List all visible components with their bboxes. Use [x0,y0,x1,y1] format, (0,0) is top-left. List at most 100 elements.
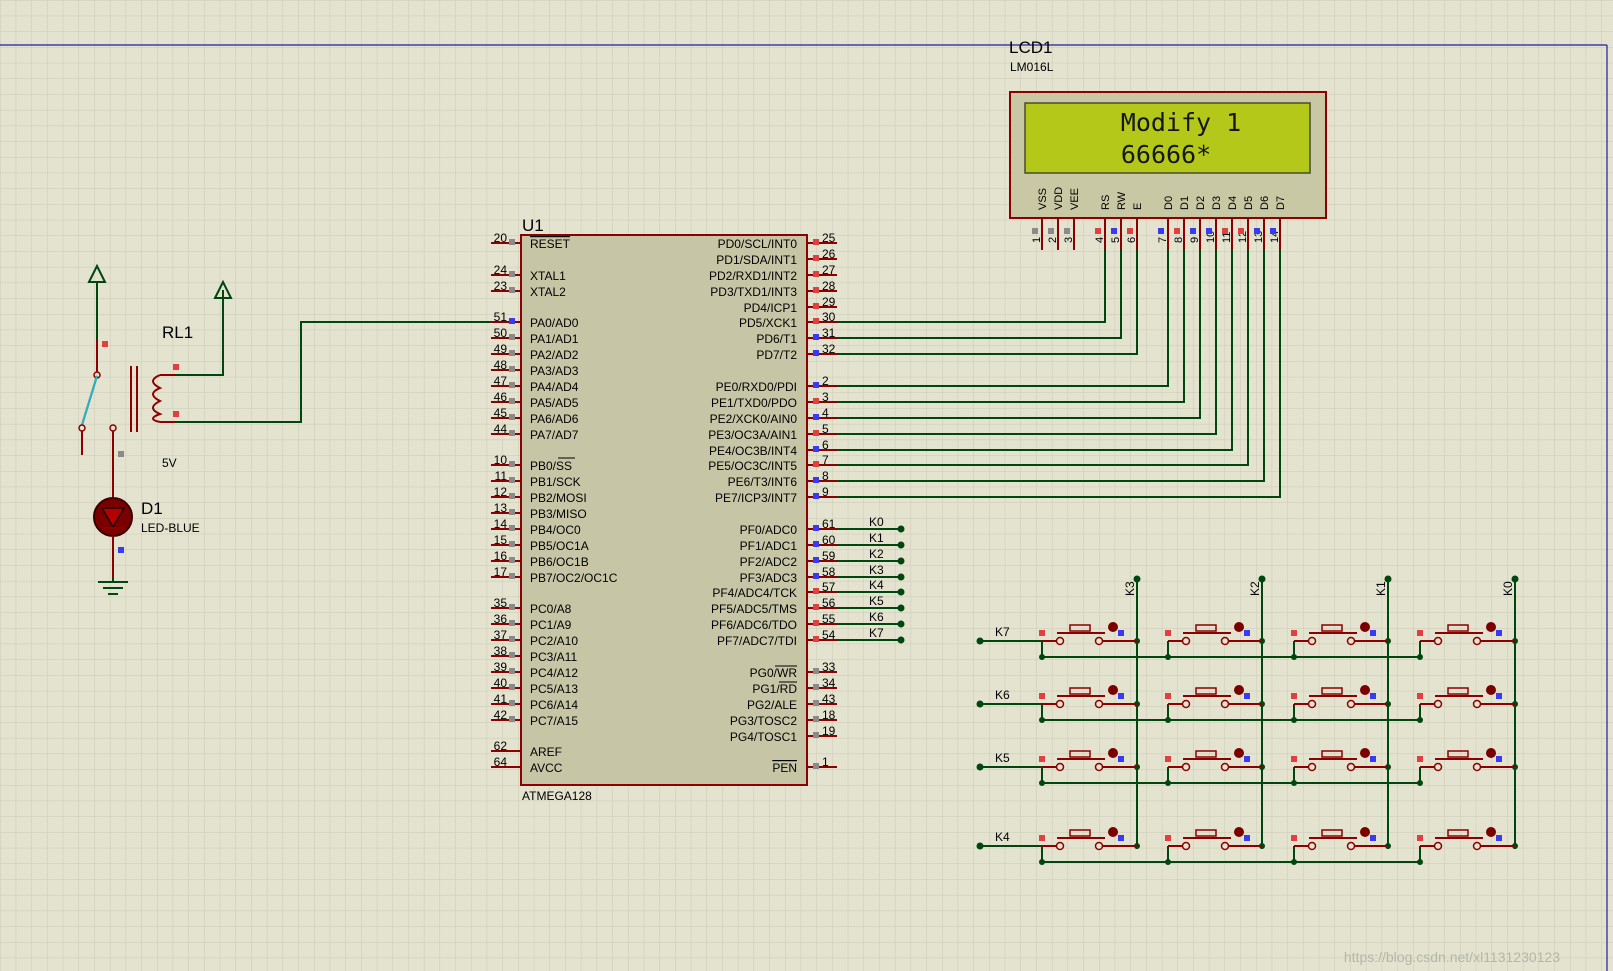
junction-dot [1165,859,1171,865]
lcd-pin-name: E [1132,203,1144,210]
mcu-pin-number: 61 [822,517,836,531]
junction-dot [1165,780,1171,786]
mcu-pin-name: PF5/ADC5/TMS [711,602,797,616]
mcu-pin-number: 40 [494,676,508,690]
lcd-pin-state [1254,228,1260,234]
lcd-pin-name: D0 [1163,196,1175,210]
button-contact [1307,699,1317,709]
net-label: K5 [869,594,884,608]
lcd-pin-state [1206,228,1212,234]
mcu-pin-number: 16 [494,549,508,563]
mcu-pin-name: PE1/TXD0/PDO [711,396,797,410]
mcu-pin-state [509,398,515,404]
mcu-pin-name: PB5/OC1A [530,539,589,553]
junction-dot [1417,717,1423,723]
net-terminal-dot [897,525,905,533]
mcu-pin-state [509,366,515,372]
lcd-pin-name: D1 [1179,196,1191,210]
button-pin-state [1244,693,1250,699]
mcu-pin-number: 24 [494,263,508,277]
lcd-pin-name: RS [1100,195,1112,210]
button-contact [1472,636,1482,646]
mcu-pin-name: PG3/TOSC2 [730,714,797,728]
mcu-pin-number: 20 [494,231,508,245]
mcu-pin-name: AREF [530,745,562,759]
mcu-pin-name: PD3/TXD1/INT3 [710,285,797,299]
lcd-pin-state [1270,228,1276,234]
junction-dot [1039,780,1045,786]
button-pin-state [1165,756,1171,762]
junction-dot [1291,859,1297,865]
mcu-pin-number: 35 [494,596,508,610]
net-label: K7 [869,626,884,640]
button-action-icon [1234,827,1244,837]
mcu-pin-name: PE6/T3/INT6 [728,475,798,489]
button-pin-state [1370,630,1376,636]
mcu-pin-number: 10 [494,453,508,467]
mcu-pin-number: 11 [495,469,508,483]
mcu-pin-state [509,271,515,277]
lcd-pin-state [1222,228,1228,234]
mcu-pin-name: PG0/WR [750,666,798,680]
mcu-pin-name: PC3/A11 [530,650,577,664]
button-pin-state [1496,756,1502,762]
net-terminal-dot [897,604,905,612]
junction-dot [1291,654,1297,660]
junction-dot [1039,717,1045,723]
button-action-icon [1108,748,1118,758]
button-contact [1307,841,1317,851]
mcu-pin-number: 27 [822,263,836,277]
led-part-label: LED-BLUE [141,521,200,535]
button-pin-state [1496,630,1502,636]
mcu-pin-state [509,287,515,293]
mcu-pin-name: PC0/A8 [530,602,572,616]
mcu-pin-state [509,525,515,531]
mcu-pin-number: 23 [494,279,508,293]
button-pin-state [1118,835,1124,841]
mcu-pin-name: PB7/OC2/OC1C [530,571,618,585]
button-action-icon [1486,748,1496,758]
relay-pin-state [118,451,124,457]
button-pin-state [1370,835,1376,841]
mcu-pin-state [813,684,819,690]
mcu-pin-number: 19 [822,724,836,738]
button-pin-state [1039,693,1045,699]
button-contact [1220,841,1230,851]
mcu-part-label: ATMEGA128 [522,789,592,803]
button-action-icon [1486,685,1496,695]
mcu-pin-state [509,414,515,420]
mcu-pin-state [813,398,819,404]
lcd-pin-state [1174,228,1180,234]
button-pin-state [1039,630,1045,636]
button-contact [1181,762,1191,772]
lcd-pin-name: D2 [1195,196,1207,210]
mcu-pin-number: 60 [822,533,836,547]
mcu-pin-number: 38 [494,644,508,658]
lcd-pin-state [1111,228,1117,234]
mcu-pin-state [509,430,515,436]
button-action-icon [1360,685,1370,695]
lcd-pin-number: 2 [1047,237,1059,243]
mcu-pin-number: 30 [822,310,836,324]
mcu-pin-name: XTAL2 [530,285,566,299]
mcu-pin-name: PD1/SDA/INT1 [716,253,797,267]
button-action-icon [1108,622,1118,632]
button-pin-state [1039,756,1045,762]
mcu-pin-number: 58 [822,565,836,579]
lcd-pin-state [1190,228,1196,234]
mcu-pin-number: 41 [494,692,508,706]
mcu-pin-name: PF2/ADC2 [740,555,798,569]
button-contact [1433,636,1443,646]
mcu-pin-state [509,573,515,579]
keypad-row-label: K7 [995,625,1010,639]
lcd-pin-name: VEE [1069,188,1081,210]
mcu-pin-name: PG2/ALE [747,698,797,712]
mcu-pin-state [509,509,515,515]
mcu-pin-state [813,334,819,340]
lcd-pin-name: VDD [1053,187,1065,210]
mcu-ref-label: U1 [522,216,544,235]
net-terminal-dot [976,700,984,708]
mcu-pin-name: PF3/ADC3 [740,571,798,585]
mcu-pin-state [813,604,819,610]
mcu-pin-name: PG1/RD [752,682,797,696]
